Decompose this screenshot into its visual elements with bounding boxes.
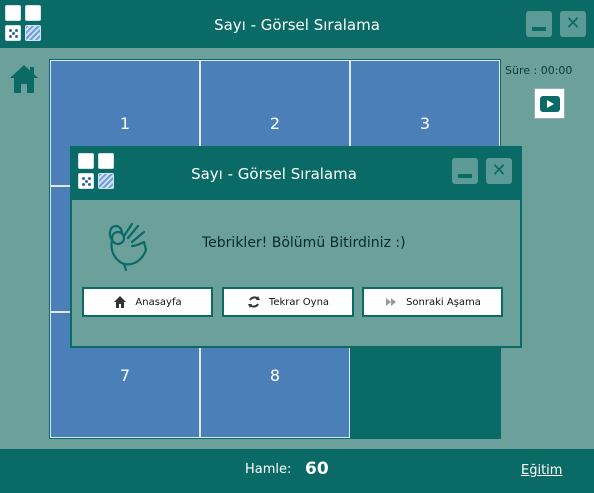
replay-icon: [247, 296, 260, 308]
home-icon[interactable]: [8, 63, 40, 95]
replay-button-label: Tekrar Oyna: [268, 296, 330, 308]
close-button[interactable]: ✕: [560, 11, 586, 37]
home-button-label: Anasayfa: [135, 296, 182, 308]
video-play-icon: [539, 95, 560, 112]
video-button[interactable]: [534, 88, 565, 119]
status-bar: Hamle: 60 Eğitim: [0, 449, 594, 493]
dialog-minimize-button[interactable]: [452, 158, 478, 184]
dialog-close-button[interactable]: ✕: [486, 158, 512, 184]
ok-hand-icon: [108, 222, 148, 272]
next-stage-button[interactable]: Sonraki Aşama: [362, 287, 503, 317]
next-stage-button-label: Sonraki Aşama: [406, 296, 481, 308]
congrats-message: Tebrikler! Bölümü Bitirdiniz :): [202, 235, 406, 251]
home-icon: [114, 296, 127, 308]
timer-label: Süre : 00:00: [505, 64, 573, 77]
fast-forward-icon: [386, 298, 397, 306]
minimize-icon: [532, 27, 546, 31]
replay-button[interactable]: Tekrar Oyna: [222, 287, 354, 317]
title-bar: Sayı - Görsel Sıralama ✕: [0, 0, 594, 48]
minimize-button[interactable]: [526, 11, 552, 37]
dialog-title-bar: Sayı - Görsel Sıralama ✕: [72, 148, 520, 200]
window-title: Sayı - Görsel Sıralama: [214, 16, 380, 34]
moves-count: 60: [305, 459, 329, 479]
completion-dialog: Sayı - Görsel Sıralama ✕ Tebrikler! Bölü…: [70, 146, 522, 348]
close-icon: ✕: [565, 13, 581, 34]
dialog-title: Sayı - Görsel Sıralama: [191, 165, 357, 183]
home-button[interactable]: Anasayfa: [82, 287, 213, 317]
training-link[interactable]: Eğitim: [521, 463, 562, 478]
close-icon: ✕: [491, 160, 507, 181]
minimize-icon: [458, 174, 472, 178]
moves-label: Hamle:: [245, 462, 292, 477]
